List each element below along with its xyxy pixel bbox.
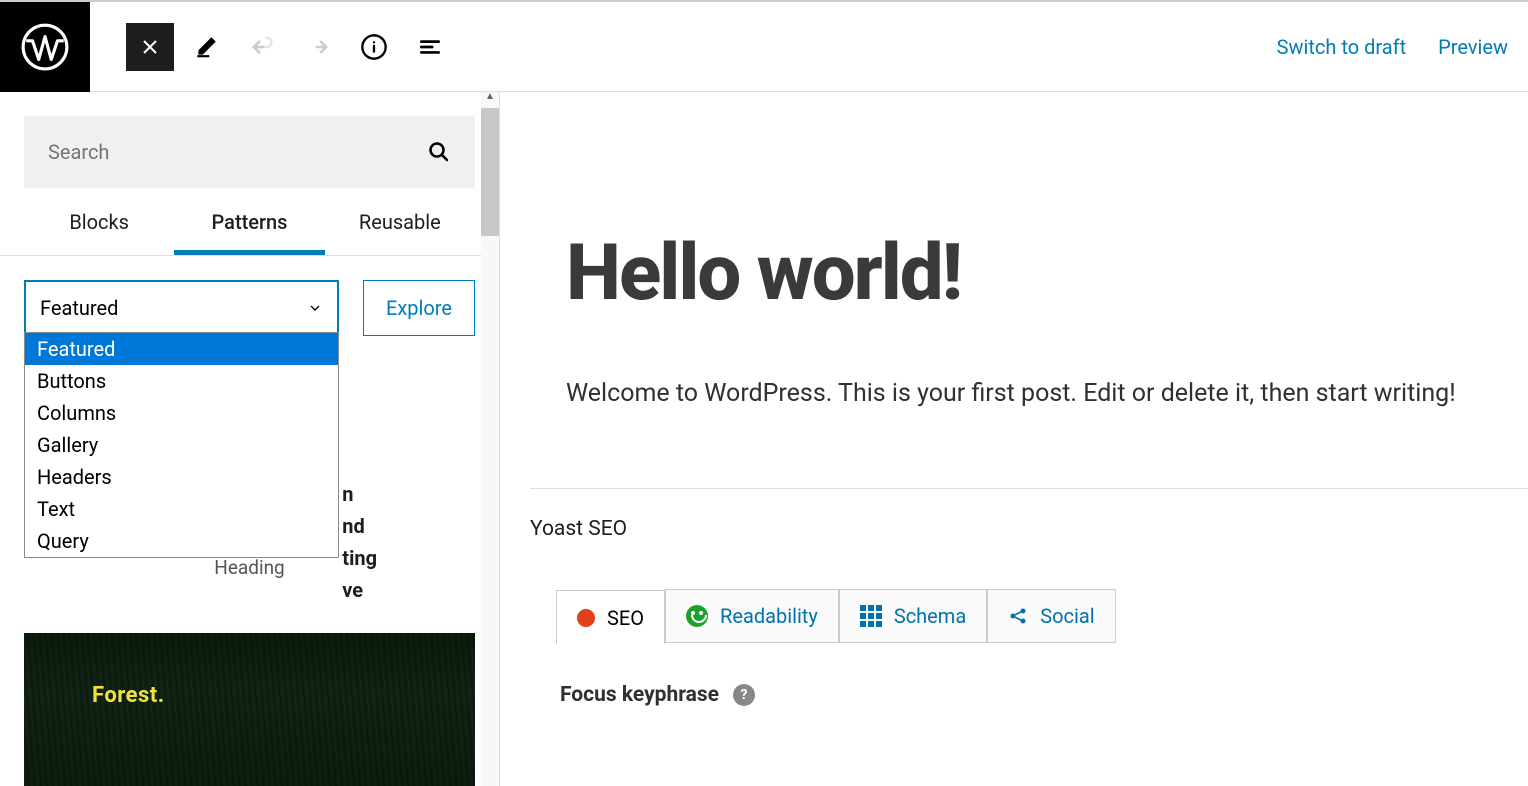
- yoast-tab-label: Readability: [720, 604, 818, 628]
- yoast-tab-label: SEO: [607, 606, 644, 630]
- top-toolbar: Switch to draft Preview: [0, 0, 1528, 92]
- help-icon[interactable]: ?: [733, 684, 755, 706]
- dropdown-selected-value: Featured: [40, 296, 118, 320]
- pattern-category-dropdown[interactable]: Featured: [24, 280, 339, 336]
- dropdown-listbox: Featured Buttons Columns Gallery Headers…: [24, 332, 339, 558]
- search-placeholder: Search: [48, 140, 109, 164]
- scrollbar[interactable]: ▲: [481, 92, 499, 786]
- dropdown-option[interactable]: Text: [25, 493, 338, 525]
- grid-icon: [860, 605, 882, 627]
- chevron-down-icon: [307, 300, 323, 316]
- yoast-tab-seo[interactable]: SEO: [556, 590, 665, 644]
- info-button[interactable]: [350, 23, 398, 71]
- close-inserter-button[interactable]: [126, 23, 174, 71]
- dropdown-option[interactable]: Columns: [25, 397, 338, 429]
- post-body[interactable]: Welcome to WordPress. This is your first…: [566, 379, 1498, 408]
- tab-reusable[interactable]: Reusable: [325, 210, 475, 255]
- wordpress-logo[interactable]: [0, 2, 90, 92]
- pattern-preview-text-partial: n nd ting ve: [342, 478, 377, 606]
- dropdown-option[interactable]: Buttons: [25, 365, 338, 397]
- dropdown-option[interactable]: Featured: [25, 333, 338, 365]
- pattern-preview-forest[interactable]: Forest.: [24, 633, 475, 786]
- edit-button[interactable]: [182, 23, 230, 71]
- yoast-tab-social[interactable]: Social: [987, 589, 1115, 643]
- dropdown-option[interactable]: Query: [25, 525, 338, 557]
- switch-to-draft-link[interactable]: Switch to draft: [1277, 35, 1407, 59]
- yoast-tab-label: Social: [1040, 604, 1094, 628]
- outline-button[interactable]: [406, 23, 454, 71]
- tab-blocks[interactable]: Blocks: [24, 210, 174, 255]
- seo-status-dot-icon: [577, 609, 595, 627]
- editor-content: Hello world! Welcome to WordPress. This …: [500, 92, 1528, 786]
- post-title[interactable]: Hello world!: [566, 228, 1528, 319]
- explore-button[interactable]: Explore: [363, 280, 475, 336]
- dropdown-option[interactable]: Headers: [25, 461, 338, 493]
- block-inserter-sidebar: Search Blocks Patterns Reusable Featured…: [0, 92, 500, 786]
- forest-title: Forest.: [92, 683, 165, 708]
- yoast-tab-readability[interactable]: Readability: [665, 589, 839, 643]
- focus-keyphrase-label: Focus keyphrase ?: [560, 683, 1528, 707]
- search-icon: [427, 140, 451, 164]
- search-input[interactable]: Search: [24, 116, 475, 188]
- tab-patterns[interactable]: Patterns: [174, 210, 324, 255]
- yoast-tab-label: Schema: [894, 604, 966, 628]
- scroll-up-arrow-icon[interactable]: ▲: [484, 92, 496, 103]
- dropdown-option[interactable]: Gallery: [25, 429, 338, 461]
- preview-link[interactable]: Preview: [1438, 35, 1508, 59]
- yoast-title: Yoast SEO: [530, 517, 1528, 541]
- redo-button[interactable]: [294, 23, 342, 71]
- share-icon: [1008, 606, 1028, 626]
- yoast-tab-schema[interactable]: Schema: [839, 589, 987, 643]
- scrollbar-thumb[interactable]: [481, 108, 499, 236]
- yoast-seo-panel: Yoast SEO SEO Readability Schema Social: [530, 488, 1528, 707]
- smiley-icon: [686, 605, 708, 627]
- undo-button[interactable]: [238, 23, 286, 71]
- pattern-label: Heading: [24, 556, 475, 579]
